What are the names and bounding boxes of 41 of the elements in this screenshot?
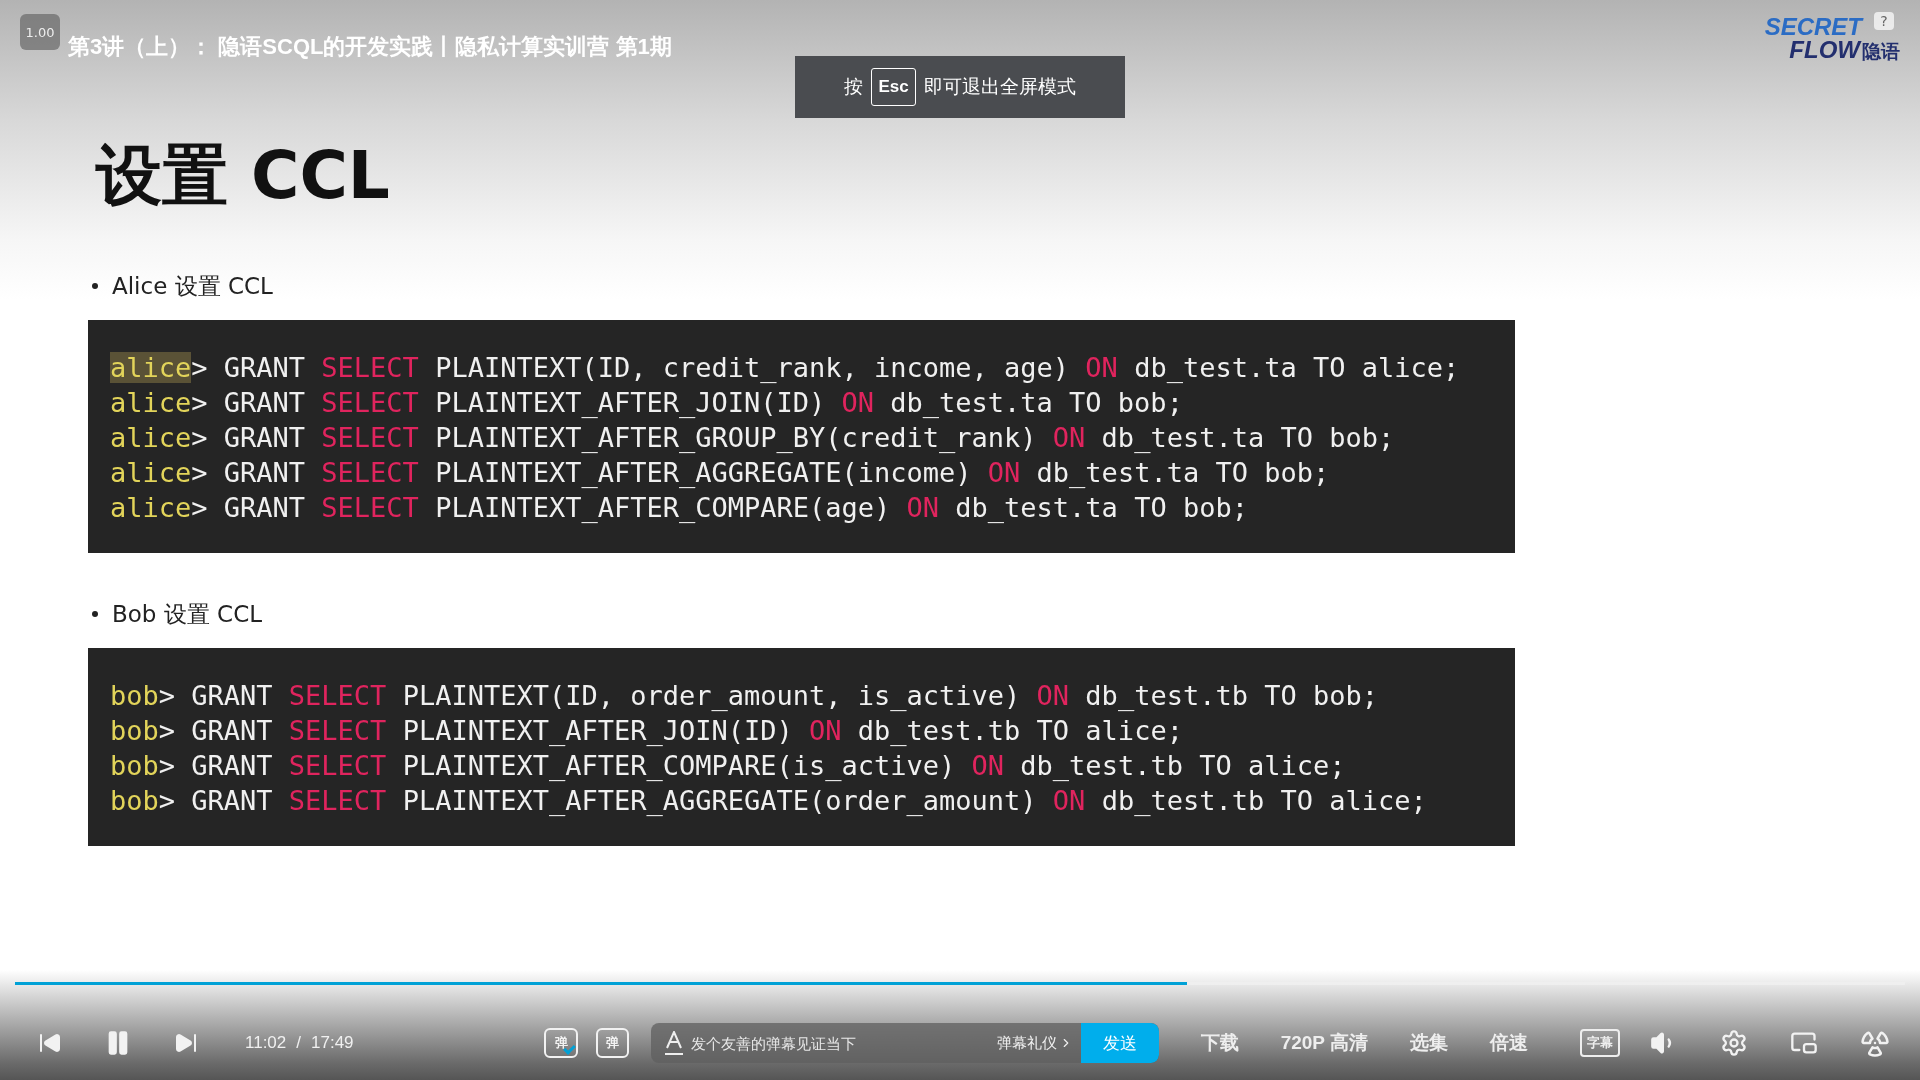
etiquette-link[interactable]: 弹幕礼仪 — [988, 1033, 1081, 1053]
bullet-text: Alice 设置 CCL — [112, 271, 273, 301]
code-line: alice> GRANT SELECT PLAINTEXT_AFTER_JOIN(ID) ON db_test.ta TO bob; — [110, 385, 1184, 420]
player-menu-button[interactable]: 下载 — [1200, 1030, 1239, 1056]
player-menu-button[interactable]: 选集 — [1410, 1030, 1448, 1056]
radiation-icon[interactable] — [1860, 1028, 1890, 1058]
logo-text: 隐语 — [1862, 39, 1900, 64]
bullet-text: Bob 设置 CCL — [112, 599, 262, 629]
danmaku-settings-button[interactable]: 弹 — [595, 1028, 630, 1058]
code-line: bob> GRANT SELECT PLAINTEXT(ID, order_amount, is_active) ON db_test.tb TO bob; — [110, 678, 1379, 713]
bullet-dot — [92, 283, 98, 290]
current-time: 11:02 — [245, 1033, 287, 1053]
video-title: 第3讲（上）： 隐语SCQL的开发实践丨隐私计算实训营 第1期 — [68, 33, 672, 61]
code-line: bob> GRANT SELECT PLAINTEXT_AFTER_AGGREGATE(order_amount) ON db_test.tb TO alice; — [110, 783, 1428, 818]
time-separator: / — [296, 1033, 301, 1053]
font-icon — [665, 1031, 684, 1055]
total-time: 17:49 — [311, 1033, 354, 1053]
code-line: alice> GRANT SELECT PLAINTEXT_AFTER_GROUP_BY(credit_rank) ON db_test.ta TO bob; — [110, 420, 1396, 455]
code-line: alice> GRANT SELECT PLAINTEXT_AFTER_COMPARE(age) ON db_test.ta TO bob; — [110, 490, 1249, 525]
code-line: alice> GRANT SELECT PLAINTEXT(ID, credit_rank, income, age) ON db_test.ta TO alice; — [110, 350, 1461, 385]
danmaku-input-field[interactable]: 发个友善的弹幕见证当下 弹幕礼仪 发送 — [651, 1023, 1159, 1063]
subtitles-button[interactable]: 字幕 — [1580, 1029, 1620, 1057]
help-button[interactable]: ? — [1874, 12, 1894, 30]
previous-button[interactable] — [38, 1031, 62, 1055]
speed-badge: 1.00 — [20, 14, 60, 50]
player-menu-button[interactable]: 倍速 — [1490, 1030, 1528, 1056]
code-line: bob> GRANT SELECT PLAINTEXT_AFTER_JOIN(ID) ON db_test.tb TO alice; — [110, 713, 1184, 748]
esc-key: Esc — [871, 68, 916, 106]
logo-text: SECRET — [1764, 16, 1862, 38]
code-line: bob> GRANT SELECT PLAINTEXT_AFTER_COMPARE(is_active) ON db_test.tb TO alice; — [110, 748, 1347, 783]
toast-text: 即可退出全屏模式 — [923, 75, 1076, 99]
code-line: alice> GRANT SELECT PLAINTEXT_AFTER_AGGREGATE(income) ON db_test.ta TO bob; — [110, 455, 1331, 490]
danmaku-toggle[interactable]: 弹 — [544, 1028, 578, 1058]
send-button[interactable]: 发送 — [1080, 1023, 1159, 1063]
player-menu-button[interactable]: 720P 高清 — [1280, 1030, 1368, 1056]
bullet-dot — [92, 611, 98, 618]
next-button[interactable] — [174, 1031, 198, 1055]
settings-icon[interactable] — [1720, 1029, 1748, 1057]
progress-track[interactable] — [15, 982, 1905, 985]
slide-heading: 设置 CCL — [96, 140, 391, 213]
toast-text: 按 — [844, 75, 864, 99]
